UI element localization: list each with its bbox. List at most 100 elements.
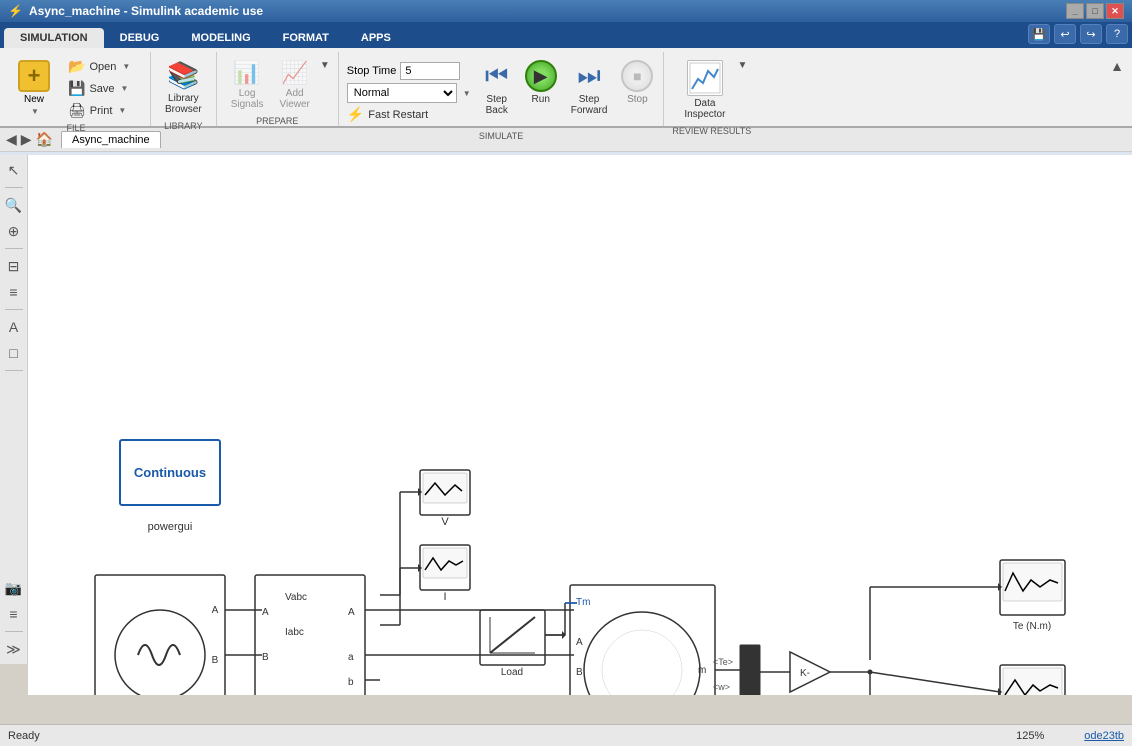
stoptime-row: Stop Time [347,62,471,80]
maximize-button[interactable]: □ [1086,3,1104,19]
review-results-label: REVIEW RESULTS [672,124,751,140]
stop-button[interactable]: ■ Stop [615,56,659,109]
data-inspector-button[interactable]: Data Inspector [676,56,733,124]
prepare-dropdown-arrow[interactable]: ▼ [320,56,330,75]
zoom-fit-button[interactable]: 🔍 [3,194,25,216]
svg-text:A: A [576,637,583,648]
library-label: LIBRARY [164,119,202,135]
sim-mode-select[interactable]: Normal [347,83,457,103]
expand-button[interactable]: ≫ [3,638,25,660]
save-quick-button[interactable]: 💾 [1028,24,1050,44]
log-signals-button[interactable]: 📊 Log Signals [225,56,270,114]
source-block[interactable]: A B C [95,575,250,695]
svg-text:Tm: Tm [576,597,590,608]
close-button[interactable]: ✕ [1106,3,1124,19]
svg-text:Continuous: Continuous [134,465,206,480]
svg-text:B: B [576,667,583,678]
toolbar-separator-3 [5,309,23,310]
review-dropdown-arrow[interactable]: ▼ [737,56,747,75]
camera-button[interactable]: 📷 [3,577,25,599]
square-button[interactable]: □ [3,342,25,364]
library-browser-button[interactable]: 📚 Library Browser [159,56,208,119]
undo-button[interactable]: ↩ [1054,24,1076,44]
tab-simulation[interactable]: SIMULATION [4,28,104,48]
solver-link[interactable]: ode23tb [1084,730,1124,742]
title-icon: ⚡ [8,4,23,18]
tab-modeling[interactable]: MODELING [175,28,266,48]
new-button[interactable]: + New ▼ [10,56,58,120]
stop-circle-icon: ■ [621,60,653,92]
ruler-button[interactable]: ⊟ [3,255,25,277]
simulate-label: SIMULATE [479,129,523,145]
stoptime-input[interactable] [400,62,460,80]
svg-text:B: B [262,652,269,663]
ribbon-collapse-button[interactable]: ▲ [1110,52,1130,126]
file-controls: + New ▼ 📂 Open ▼ 💾 Save ▼ 🖨 Print [10,52,142,121]
redo-button[interactable]: ↪ [1080,24,1102,44]
svg-text:<w>: <w> [713,682,730,692]
minimize-button[interactable]: _ [1066,3,1084,19]
comparator-block[interactable]: ≤ [870,672,977,695]
motor-block[interactable]: Tm A B C m 1.5kw 400V Squirrel Cage SI U… [380,585,740,695]
back-nav-button[interactable]: ◀ [6,131,17,148]
load-block[interactable]: Load [480,610,566,678]
add-viewer-button[interactable]: 📈 Add Viewer [274,56,316,114]
measurement-block[interactable]: A B C A a b c Vabc Iabc [250,575,380,695]
new-icon: + [18,60,50,92]
svg-text:<Te>: <Te> [713,657,733,667]
open-icon: 📂 [68,58,85,75]
print-button[interactable]: 🖨 Print ▼ [62,100,142,121]
scope-n-block[interactable]: N (rpm) [870,665,1065,695]
select-tool-button[interactable]: ↖ [3,159,25,181]
save-dropdown-arrow: ▼ [121,84,129,93]
text-button[interactable]: A [3,316,25,338]
run-button[interactable]: ▶ Run [519,56,563,109]
svg-text:b: b [348,677,354,688]
file-small-buttons: 📂 Open ▼ 💾 Save ▼ 🖨 Print ▼ [62,56,142,121]
step-back-button[interactable]: ⏮ Step Back [477,56,517,120]
review-results-section: Data Inspector ▼ REVIEW RESULTS [664,52,759,126]
step-forward-button[interactable]: ⏭ Step Forward [565,56,614,120]
stoptime-controls: Stop Time Normal ▼ ⚡ Fast Restart [343,56,475,129]
fast-restart-row: ⚡ Fast Restart [347,106,471,123]
tab-format[interactable]: FORMAT [267,28,345,48]
svg-text:a: a [348,652,354,663]
data-inspector-icon [687,60,723,96]
canvas-area[interactable]: Continuous powergui A B C A B [28,155,1132,695]
library-section: 📚 Library Browser LIBRARY [151,52,217,126]
list-button[interactable]: ≡ [3,603,25,625]
zoom-level: 125% [1016,730,1044,742]
tab-debug[interactable]: DEBUG [104,28,176,48]
svg-text:Vabc: Vabc [285,592,307,603]
title-bar: ⚡ Async_machine - Simulink academic use … [0,0,1132,22]
help-button[interactable]: ? [1106,24,1128,44]
status-right: 125% ode23tb [1016,730,1124,742]
svg-text:m: m [698,665,706,676]
svg-text:K-: K- [800,668,810,679]
svg-text:powergui: powergui [148,521,193,533]
zoom-percent-button[interactable]: ≡ [3,281,25,303]
gain-block[interactable]: K- rpm [790,652,873,695]
add-viewer-icon: 📈 [281,60,308,86]
powergui-block[interactable]: Continuous powergui [120,440,220,533]
fast-restart-icon: ⚡ [347,106,364,123]
open-button[interactable]: 📂 Open ▼ [62,56,142,77]
toolbar-separator-1 [5,187,23,188]
toolbar-separator-2 [5,248,23,249]
scope-te-block[interactable]: Te (N.m) [870,560,1065,660]
scope-i-block[interactable]: I [380,545,470,625]
print-dropdown-arrow: ▼ [118,106,126,115]
tab-apps[interactable]: APPS [345,28,407,48]
save-icon: 💾 [68,80,85,97]
svg-text:rpm: rpm [801,694,818,695]
fast-restart-label: Fast Restart [368,109,428,121]
save-button[interactable]: 💾 Save ▼ [62,78,142,99]
step-forward-icon: ⏭ [577,60,600,92]
library-browser-icon: 📚 [167,60,199,91]
simmode-row: Normal ▼ [347,83,471,103]
forward-nav-button[interactable]: ▶ [21,131,32,148]
zoom-in-button[interactable]: ⊕ [3,220,25,242]
home-button[interactable]: 🏠 [36,131,53,148]
log-signals-icon: 📊 [233,60,260,86]
ribbon-tabs: SIMULATION DEBUG MODELING FORMAT APPS 💾 … [0,22,1132,48]
